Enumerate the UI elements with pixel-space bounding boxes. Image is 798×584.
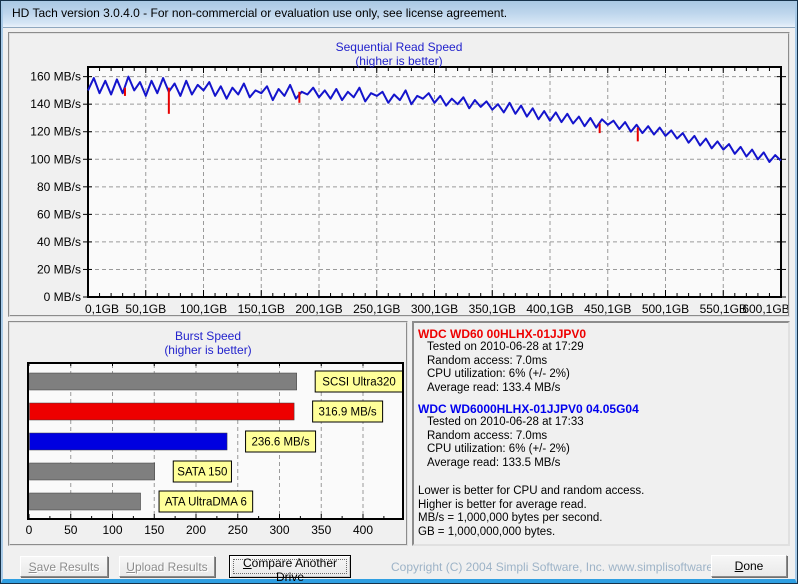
titlebar[interactable]: HD Tach version 3.0.4.0 - For non-commer… (3, 1, 795, 28)
svg-text:350: 350 (311, 523, 331, 537)
read-chart-title: Sequential Read Speed (335, 40, 463, 54)
save-results-button[interactable]: Save Results (20, 556, 108, 577)
burst-bar-label: 236.6 MB/s (251, 437, 309, 449)
sequential-read-panel: Sequential Read Speed (higher is better)… (8, 32, 790, 317)
done-button[interactable]: Done (711, 555, 787, 577)
svg-text:150,1GB: 150,1GB (238, 302, 285, 315)
burst-chart-title: Burst Speed (174, 329, 242, 343)
svg-text:550,1GB: 550,1GB (700, 302, 747, 315)
read-x-axis-labels: 0,1GB 50,1GB 100,1GB 150,1GB 200,1GB 250,1GB 3… (85, 302, 788, 315)
svg-text:100,1GB: 100,1GB (180, 302, 227, 315)
svg-text:50: 50 (64, 523, 78, 537)
svg-text:400,1GB: 400,1GB (526, 302, 573, 315)
sequential-read-chart: 160 MB/s 140 MB/s 120 MB/s 100 MB/s 80 MB/s 6… (30, 66, 788, 315)
window-body: HD Tach version 3.0.4.0 - For non-commer… (1, 1, 797, 584)
drive1-average-read: Average read: 133.4 MB/s (427, 381, 561, 394)
upload-results-button[interactable]: Upload Results (119, 556, 215, 577)
burst-bar-label: SATA 150 (177, 467, 227, 479)
drive2-random-access: Random access: 7.0ms (427, 429, 548, 442)
drive2-average-read: Average read: 133.5 MB/s (427, 456, 561, 469)
burst-chart-subtitle: (higher is better) (164, 343, 252, 357)
svg-text:0 MB/s: 0 MB/s (44, 290, 81, 304)
drive1-random-access: Random access: 7.0ms (427, 354, 548, 367)
svg-text:600,1GB: 600,1GB (742, 302, 788, 315)
drive-info-panel: WDC WD60 00HLHX-01JJPV0 Tested on 2010-0… (412, 321, 790, 546)
svg-text:140 MB/s: 140 MB/s (30, 97, 81, 111)
read-chart-subtitle: (higher is better) (355, 54, 443, 68)
svg-text:400: 400 (353, 523, 373, 537)
svg-text:160 MB/s: 160 MB/s (30, 70, 81, 84)
svg-text:500,1GB: 500,1GB (642, 302, 689, 315)
svg-text:50,1GB: 50,1GB (125, 302, 166, 315)
burst-x-axis-labels: 0 50 100 150 200 250 300 350 400 (26, 523, 374, 537)
svg-text:40 MB/s: 40 MB/s (37, 235, 81, 249)
svg-text:120 MB/s: 120 MB/s (30, 125, 81, 139)
svg-text:250,1GB: 250,1GB (353, 302, 400, 315)
note-mbs-definition: MB/s = 1,000,000 bytes per second. (418, 512, 603, 524)
svg-text:0,1GB: 0,1GB (85, 302, 119, 315)
burst-bar (29, 372, 297, 391)
burst-bar (29, 402, 295, 421)
client-area: Sequential Read Speed (higher is better)… (3, 28, 795, 584)
svg-text:80 MB/s: 80 MB/s (37, 180, 81, 194)
svg-text:100 MB/s: 100 MB/s (30, 152, 81, 166)
svg-text:200,1GB: 200,1GB (295, 302, 342, 315)
svg-text:300,1GB: 300,1GB (411, 302, 458, 315)
drive1-tested: Tested on 2010-06-28 at 17:29 (427, 341, 584, 353)
svg-text:250: 250 (228, 523, 248, 537)
svg-text:300: 300 (269, 523, 289, 537)
drive2-tested: Tested on 2010-06-28 at 17:33 (427, 416, 584, 428)
burst-bar-label: 316.9 MB/s (319, 407, 377, 419)
copyright-text: Copyright (C) 2004 Simpli Software, Inc.… (391, 560, 740, 574)
burst-speed-panel: Burst Speed (higher is better) SCSI Ultr… (8, 321, 408, 546)
note-lower-better: Lower is better for CPU and random acces… (418, 485, 645, 497)
svg-text:150: 150 (144, 523, 164, 537)
burst-bar (29, 462, 155, 481)
app-window: HD Tach version 3.0.4.0 - For non-commer… (0, 0, 798, 584)
burst-bar-label: ATA UltraDMA 6 (165, 497, 247, 509)
svg-text:20 MB/s: 20 MB/s (37, 262, 81, 276)
note-higher-better: Higher is better for average read. (418, 498, 587, 511)
svg-text:450,1GB: 450,1GB (584, 302, 631, 315)
drive1-name: WDC WD60 00HLHX-01JJPV0 (418, 327, 587, 341)
drive1-cpu-utilization: CPU utilization: 6% (+/- 2%) (427, 368, 570, 380)
note-gb-definition: GB = 1,000,000,000 bytes. (418, 525, 556, 538)
svg-text:0: 0 (26, 523, 33, 537)
svg-text:100: 100 (102, 523, 122, 537)
window-title: HD Tach version 3.0.4.0 - For non-commer… (12, 6, 508, 20)
read-y-axis-labels: 160 MB/s 140 MB/s 120 MB/s 100 MB/s 80 MB/s 6… (30, 70, 81, 304)
compare-another-drive-button[interactable]: Compare Another Drive (229, 555, 351, 584)
drive2-cpu-utilization: CPU utilization: 6% (+/- 2%) (427, 443, 570, 455)
svg-text:350,1GB: 350,1GB (469, 302, 516, 315)
svg-text:200: 200 (186, 523, 206, 537)
burst-bar-label: SCSI Ultra320 (322, 377, 396, 389)
drive2-name: WDC WD6000HLHX-01JJPV0 04.05G04 (418, 402, 639, 416)
svg-text:60 MB/s: 60 MB/s (37, 207, 81, 221)
burst-bar (29, 492, 141, 511)
burst-bar (29, 432, 228, 451)
